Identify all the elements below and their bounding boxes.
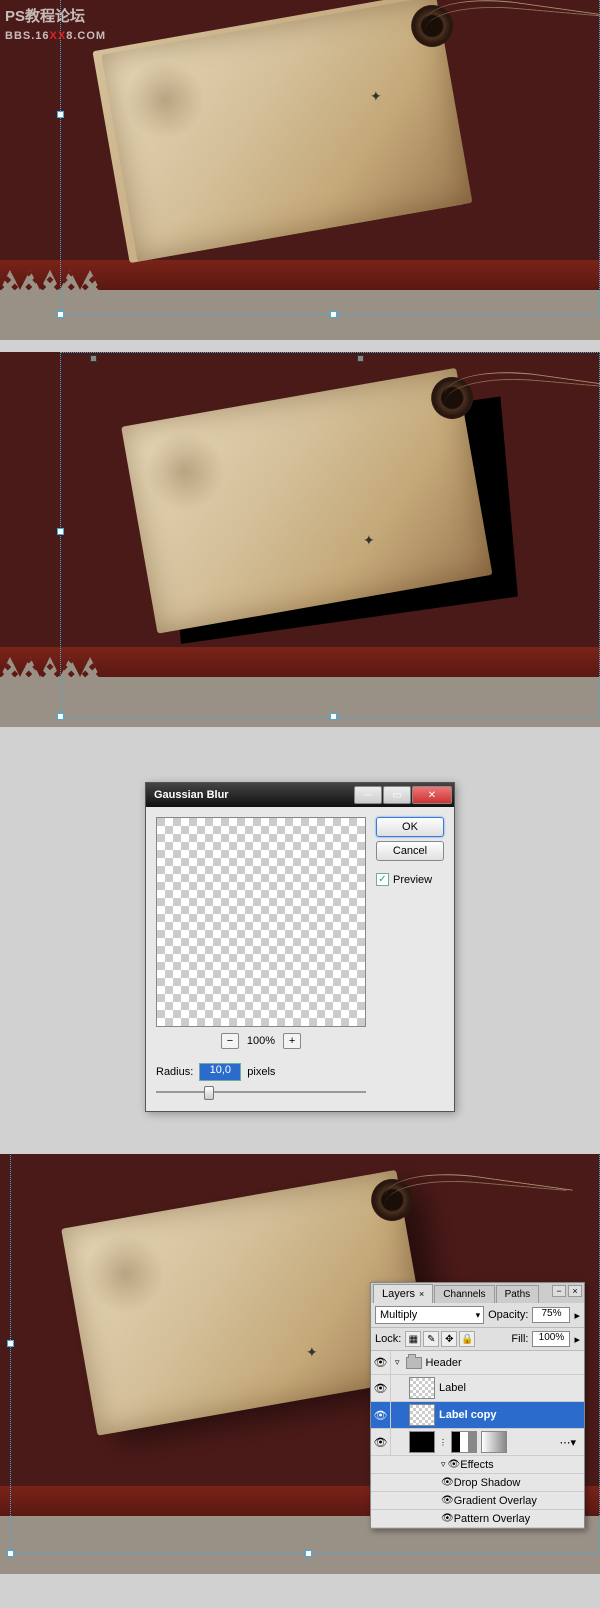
tag-with-shadow: [121, 361, 539, 673]
mask-thumb: [481, 1431, 507, 1453]
folder-icon: [406, 1357, 422, 1369]
radius-unit: pixels: [247, 1066, 275, 1078]
fill-flyout-icon[interactable]: ▸: [574, 1333, 580, 1346]
zoom-out-button[interactable]: −: [221, 1033, 239, 1049]
effect-gradient-overlay[interactable]: 👁 Gradient Overlay: [371, 1492, 584, 1510]
canvas-step3: ✦ Layers× Channels Paths −× Multiply Opa…: [0, 1154, 600, 1574]
blend-mode-dropdown[interactable]: Multiply: [375, 1306, 484, 1324]
tab-layers[interactable]: Layers×: [373, 1284, 433, 1303]
tab-paths[interactable]: Paths: [496, 1285, 540, 1303]
visibility-toggle[interactable]: 👁: [371, 1375, 391, 1401]
ok-button[interactable]: OK: [376, 817, 444, 837]
tag-image: [101, 0, 519, 301]
dialog-area: Gaussian Blur ─ ▭ ✕ − 100% + Radius: 10,…: [0, 727, 600, 1152]
effects-header[interactable]: ▿👁 Effects: [371, 1456, 584, 1474]
fill-label: Fill:: [511, 1333, 528, 1345]
cancel-button[interactable]: Cancel: [376, 841, 444, 861]
effect-drop-shadow[interactable]: 👁 Drop Shadow: [371, 1474, 584, 1492]
visibility-toggle[interactable]: 👁: [371, 1429, 391, 1455]
close-button[interactable]: ✕: [412, 786, 452, 804]
tab-channels[interactable]: Channels: [434, 1285, 494, 1303]
opacity-input[interactable]: 75%: [532, 1307, 570, 1323]
minimize-button[interactable]: ─: [354, 786, 382, 804]
watermark: PS教程论坛 BBS.16XX8.COM: [5, 5, 106, 43]
transform-anchor-icon: ✦: [306, 1344, 318, 1361]
layer-mask[interactable]: 👁 ⋮ ⋯▾: [371, 1429, 584, 1456]
radius-slider[interactable]: [156, 1083, 366, 1101]
zoom-value: 100%: [247, 1035, 275, 1047]
preview-checkbox[interactable]: ✓: [376, 873, 389, 886]
transform-anchor-icon: ✦: [363, 532, 375, 549]
mask-link-icon[interactable]: ⋮: [439, 1438, 447, 1447]
blur-preview[interactable]: [156, 817, 366, 1027]
radius-label: Radius:: [156, 1066, 193, 1078]
layer-labelcopy[interactable]: 👁 Label copy: [371, 1402, 584, 1429]
dialog-title: Gaussian Blur: [154, 789, 354, 801]
canvas-step2: ✦: [0, 352, 600, 727]
opacity-label: Opacity:: [488, 1309, 528, 1321]
panel-minimize-icon[interactable]: −: [552, 1285, 566, 1297]
layer-thumb: [409, 1404, 435, 1426]
preview-label: Preview: [393, 874, 432, 886]
layer-label[interactable]: 👁 Label: [371, 1375, 584, 1402]
mask-thumb: [451, 1431, 477, 1453]
lock-transparency-icon[interactable]: ▦: [405, 1331, 421, 1347]
panel-tabs: Layers× Channels Paths −×: [371, 1283, 584, 1303]
transform-anchor-icon: ✦: [370, 88, 382, 105]
gaussian-blur-dialog: Gaussian Blur ─ ▭ ✕ − 100% + Radius: 10,…: [145, 782, 455, 1112]
fill-input[interactable]: 100%: [532, 1331, 570, 1347]
lock-position-icon[interactable]: ✥: [441, 1331, 457, 1347]
opacity-flyout-icon[interactable]: ▸: [574, 1309, 580, 1322]
layer-thumb: [409, 1377, 435, 1399]
visibility-toggle[interactable]: 👁: [371, 1351, 391, 1374]
layer-menu-icon[interactable]: ⋯▾: [559, 1436, 576, 1449]
lock-all-icon[interactable]: 🔒: [459, 1331, 475, 1347]
visibility-toggle[interactable]: 👁: [371, 1402, 391, 1428]
lock-label: Lock:: [375, 1333, 401, 1345]
layers-panel: Layers× Channels Paths −× Multiply Opaci…: [370, 1282, 585, 1529]
radius-input[interactable]: 10,0: [199, 1063, 241, 1081]
dialog-titlebar[interactable]: Gaussian Blur ─ ▭ ✕: [146, 783, 454, 807]
maximize-button[interactable]: ▭: [383, 786, 411, 804]
lock-pixels-icon[interactable]: ✎: [423, 1331, 439, 1347]
layer-group-header[interactable]: 👁 ▿Header: [371, 1351, 584, 1375]
layer-list: 👁 ▿Header 👁 Label 👁 Label copy 👁 ⋮ ⋯▾: [371, 1351, 584, 1528]
canvas-step1: ✦: [0, 0, 600, 340]
effect-pattern-overlay[interactable]: 👁 Pattern Overlay: [371, 1510, 584, 1528]
panel-close-icon[interactable]: ×: [568, 1285, 582, 1297]
slider-thumb[interactable]: [204, 1086, 214, 1100]
zoom-in-button[interactable]: +: [283, 1033, 301, 1049]
layer-thumb: [409, 1431, 435, 1453]
